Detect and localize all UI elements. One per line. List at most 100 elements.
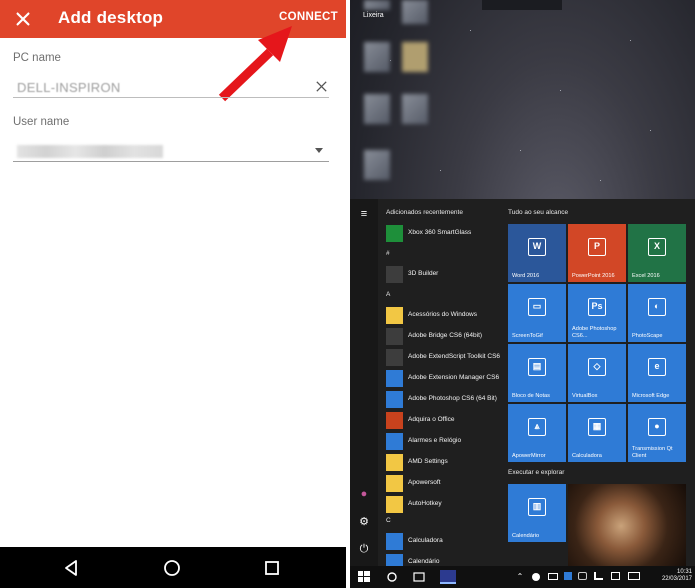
start-tile[interactable]: W Word 2016: [508, 224, 566, 282]
app-icon: [386, 433, 403, 450]
tiles-panel: Tudo ao seu alcance Executar e explorar …: [506, 205, 695, 568]
gear-icon[interactable]: ⚙: [357, 515, 371, 529]
user-name-label: User name: [13, 116, 70, 128]
start-app-item[interactable]: Alarmes e Relógio: [386, 433, 504, 450]
app-icon: [386, 307, 403, 324]
tile-label: Transmission Qt Client: [632, 446, 673, 459]
pc-name-field[interactable]: DELL-INSPIRON: [13, 76, 329, 98]
clock-date: 22/03/2017: [661, 576, 692, 582]
desktop-shortcut-icon[interactable]: [402, 94, 428, 124]
app-name: 3D Builder: [408, 270, 439, 277]
start-tile[interactable]: ⩓ ApowerMirror: [508, 404, 566, 462]
tile-label: VirtualBox: [572, 392, 598, 399]
app-name: AMD Settings: [408, 458, 448, 465]
chevron-down-icon[interactable]: [315, 148, 323, 153]
start-tile[interactable]: ● Transmission Qt Client: [628, 404, 686, 462]
clear-icon[interactable]: [314, 79, 329, 94]
tile-icon: X: [648, 238, 666, 256]
desktop-shortcut-icon[interactable]: [364, 150, 390, 180]
tile-icon: ◐: [648, 298, 666, 316]
tray-icon[interactable]: [532, 573, 540, 581]
desktop-shortcut-icon[interactable]: [364, 42, 390, 72]
tiles-group-header: Executar e explorar: [508, 469, 565, 476]
tray-icon[interactable]: [564, 572, 572, 580]
start-rail: ≡ ● ⚙ ⏻: [350, 199, 378, 566]
start-tile[interactable]: X Excel 2016: [628, 224, 686, 282]
photo-tile[interactable]: [568, 484, 686, 568]
start-app-item[interactable]: Adobe Extension Manager CS6: [386, 370, 504, 387]
start-app-item[interactable]: 3D Builder: [386, 266, 504, 283]
windows-start-icon[interactable]: [358, 570, 370, 584]
app-icon: [386, 328, 403, 345]
taskbar: ⌃ 10:31 22/03/2017: [350, 566, 695, 588]
tile-label: Bloco de Notas: [512, 392, 550, 399]
start-app-item[interactable]: AutoHotkey: [386, 496, 504, 513]
tile-label: PowerPoint 2016: [572, 272, 615, 279]
tile-icon: ●: [648, 418, 666, 436]
pc-name-value[interactable]: DELL-INSPIRON: [17, 80, 121, 95]
app-icon: [386, 391, 403, 408]
start-tile[interactable]: ◇ VirtualBox: [568, 344, 626, 402]
recents-button[interactable]: [262, 558, 282, 578]
tile-icon: W: [528, 238, 546, 256]
search-icon[interactable]: [386, 570, 398, 584]
tile-label: Microsoft Edge: [632, 392, 670, 399]
clock[interactable]: 10:31 22/03/2017: [662, 569, 692, 583]
start-tile[interactable]: ▦ Calculadora: [568, 404, 626, 462]
desktop-shortcut-icon[interactable]: [402, 42, 428, 72]
start-app-item[interactable]: Adobe Bridge CS6 (64bit): [386, 328, 504, 345]
start-tile[interactable]: ▥ Calendário: [508, 484, 566, 542]
home-button[interactable]: [162, 558, 182, 578]
section-header[interactable]: #: [386, 250, 390, 257]
app-name: Acessórios do Windows: [408, 311, 477, 318]
start-app-item[interactable]: Calculadora: [386, 533, 504, 550]
recycle-bin-icon[interactable]: [364, 0, 390, 10]
task-view-icon[interactable]: [412, 570, 426, 584]
tile-label: PhotoScape: [632, 332, 663, 339]
start-tile[interactable]: e Microsoft Edge: [628, 344, 686, 402]
tile-icon: ▥: [528, 498, 546, 516]
desktop-shortcut-icon[interactable]: [364, 94, 390, 124]
keyboard-icon[interactable]: [628, 572, 640, 580]
user-avatar-icon[interactable]: ●: [357, 487, 371, 501]
start-app-item[interactable]: Xbox 360 SmartGlass: [386, 225, 504, 242]
windows-desktop: Lixeira ≡ ● ⚙ ⏻ Adicionados recentemente…: [350, 0, 695, 588]
home-icon: [164, 560, 180, 576]
start-app-item[interactable]: AMD Settings: [386, 454, 504, 471]
app-name: Calculadora: [408, 537, 443, 544]
power-icon[interactable]: ⏻: [357, 542, 371, 556]
start-app-item[interactable]: Adquira o Office: [386, 412, 504, 429]
battery-icon[interactable]: [548, 573, 558, 580]
photoshop-taskbar-icon[interactable]: [440, 570, 456, 584]
start-tile[interactable]: P PowerPoint 2016: [568, 224, 626, 282]
window-edge: [482, 0, 562, 10]
app-name: Calendário: [408, 558, 440, 565]
start-tile[interactable]: ▤ Bloco de Notas: [508, 344, 566, 402]
tile-icon: ⩓: [528, 418, 546, 436]
start-tile[interactable]: ◐ PhotoScape: [628, 284, 686, 342]
network-icon[interactable]: [594, 572, 603, 580]
section-header[interactable]: C: [386, 517, 391, 524]
tile-label: ApowerMirror: [512, 452, 546, 459]
section-header[interactable]: A: [386, 291, 390, 298]
start-tile[interactable]: ▭ ScreenToGif: [508, 284, 566, 342]
app-name: Xbox 360 SmartGlass: [408, 229, 472, 236]
back-button[interactable]: [62, 558, 82, 578]
volume-icon[interactable]: [611, 572, 620, 580]
start-app-item[interactable]: Adobe ExtendScript Toolkit CS6: [386, 349, 504, 366]
start-tile[interactable]: Ps Adobe Photoshop CS6...: [568, 284, 626, 342]
tile-label: Adobe Photoshop CS6...: [572, 326, 617, 339]
recents-icon: [265, 561, 279, 575]
chevron-up-icon[interactable]: ⌃: [516, 570, 524, 584]
tile-label: Calculadora: [572, 452, 602, 459]
user-name-dropdown[interactable]: [13, 140, 329, 162]
hamburger-icon[interactable]: ≡: [357, 207, 371, 221]
tray-icon[interactable]: [578, 572, 587, 580]
start-app-item[interactable]: Apowersoft: [386, 475, 504, 492]
blurred-username: [17, 145, 163, 158]
start-app-item[interactable]: Acessórios do Windows: [386, 307, 504, 324]
start-app-item[interactable]: Adobe Photoshop CS6 (64 Bit): [386, 391, 504, 408]
desktop-shortcut-icon[interactable]: [402, 0, 428, 24]
close-button[interactable]: [10, 6, 36, 32]
tile-icon: ◇: [588, 358, 606, 376]
